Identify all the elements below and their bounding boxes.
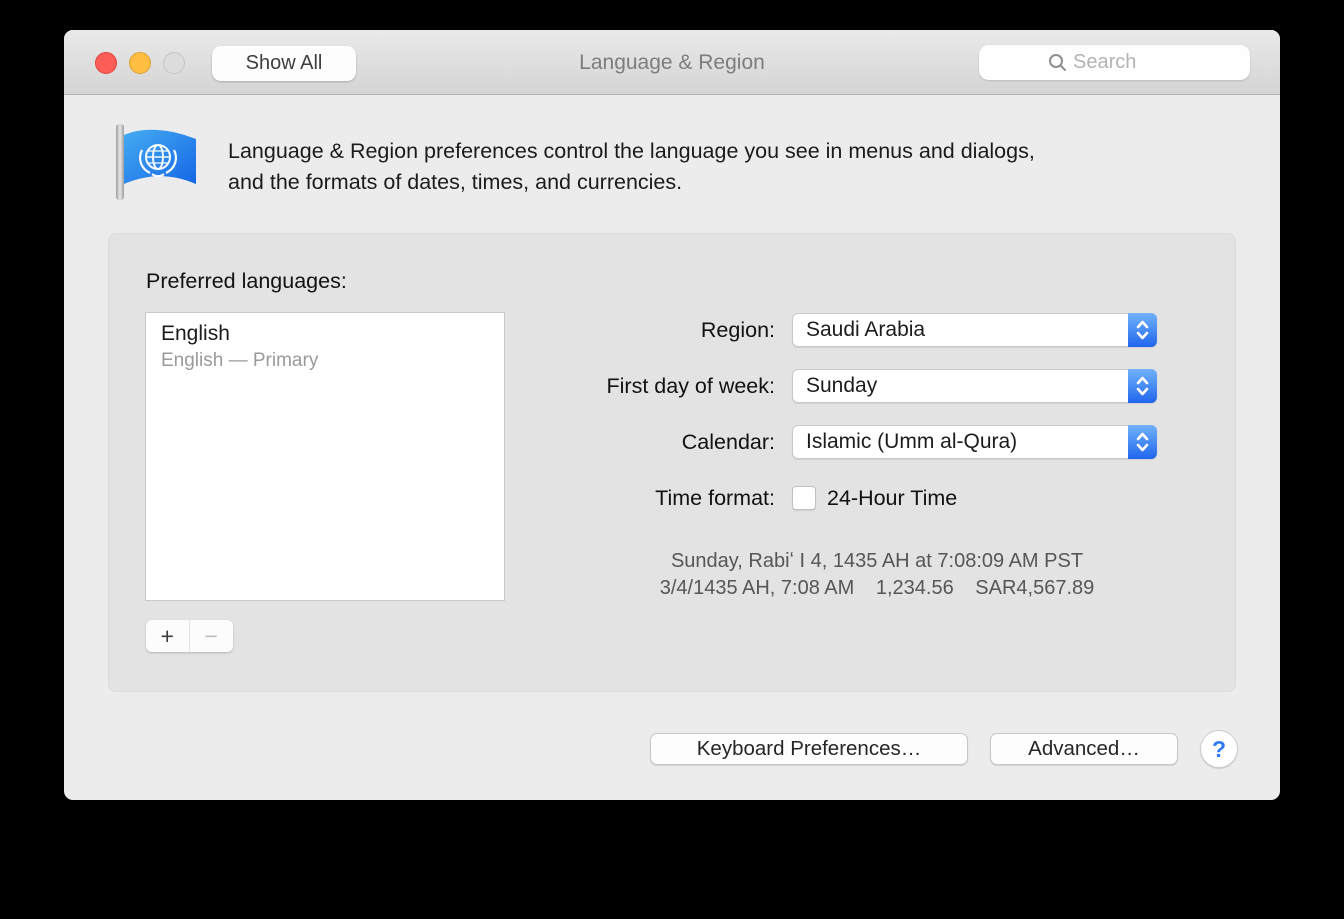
format-samples: Sunday, Rabiʻ I 4, 1435 AH at 7:08:09 AM…	[547, 548, 1207, 602]
region-value: Saudi Arabia	[806, 314, 925, 346]
calendar-popup[interactable]: Islamic (Umm al-Qura)	[792, 425, 1157, 459]
time-format-label: Time format:	[388, 485, 775, 511]
remove-language-button: −	[190, 620, 234, 652]
first-day-label: First day of week:	[388, 369, 775, 403]
search-icon	[1048, 53, 1067, 72]
sample-currency: SAR4,567.89	[975, 577, 1094, 599]
help-button[interactable]: ?	[1200, 730, 1238, 768]
24-hour-time-checkbox[interactable]	[792, 486, 816, 510]
region-label: Region:	[388, 313, 775, 347]
add-language-button[interactable]: +	[146, 620, 190, 652]
search-input[interactable]	[1073, 51, 1181, 74]
description-line1: Language & Region preferences control th…	[228, 136, 1188, 167]
zoom-window-button	[163, 52, 185, 74]
sample-short-date: 3/4/1435 AH, 7:08 AM	[660, 577, 855, 599]
region-row: Region: Saudi Arabia	[108, 313, 1236, 347]
time-format-row: Time format: 24-Hour Time	[108, 485, 1236, 511]
show-all-button[interactable]: Show All	[212, 46, 356, 81]
un-flag-icon	[108, 122, 202, 202]
sample-number: 1,234.56	[876, 577, 954, 599]
add-remove-control: + −	[146, 620, 233, 652]
calendar-label: Calendar:	[388, 425, 775, 459]
sample-short-formats: 3/4/1435 AH, 7:08 AM 1,234.56 SAR4,567.8…	[547, 575, 1207, 602]
preferred-languages-label: Preferred languages:	[146, 269, 347, 294]
description-line2: and the formats of dates, times, and cur…	[228, 167, 1188, 198]
desktop-background: Show All Language & Region	[0, 0, 1344, 919]
minimize-window-button[interactable]	[129, 52, 151, 74]
popup-arrows-icon	[1128, 313, 1157, 347]
first-day-value: Sunday	[806, 370, 877, 402]
region-popup[interactable]: Saudi Arabia	[792, 313, 1157, 347]
24-hour-time-checkbox-label[interactable]: 24-Hour Time	[827, 485, 957, 511]
titlebar[interactable]: Show All Language & Region	[64, 30, 1280, 95]
sample-full-date: Sunday, Rabiʻ I 4, 1435 AH at 7:08:09 AM…	[547, 548, 1207, 575]
keyboard-preferences-button[interactable]: Keyboard Preferences…	[650, 733, 968, 765]
settings-panel: Preferred languages: English English — P…	[108, 233, 1236, 692]
language-region-window: Show All Language & Region	[64, 30, 1280, 800]
description-text: Language & Region preferences control th…	[228, 136, 1188, 198]
first-day-row: First day of week: Sunday	[108, 369, 1236, 403]
close-window-button[interactable]	[95, 52, 117, 74]
search-field[interactable]	[979, 45, 1250, 80]
window-controls	[95, 52, 185, 74]
calendar-row: Calendar: Islamic (Umm al-Qura)	[108, 425, 1236, 459]
popup-arrows-icon	[1128, 425, 1157, 459]
advanced-button[interactable]: Advanced…	[990, 733, 1178, 765]
first-day-popup[interactable]: Sunday	[792, 369, 1157, 403]
popup-arrows-icon	[1128, 369, 1157, 403]
calendar-value: Islamic (Umm al-Qura)	[806, 426, 1017, 458]
